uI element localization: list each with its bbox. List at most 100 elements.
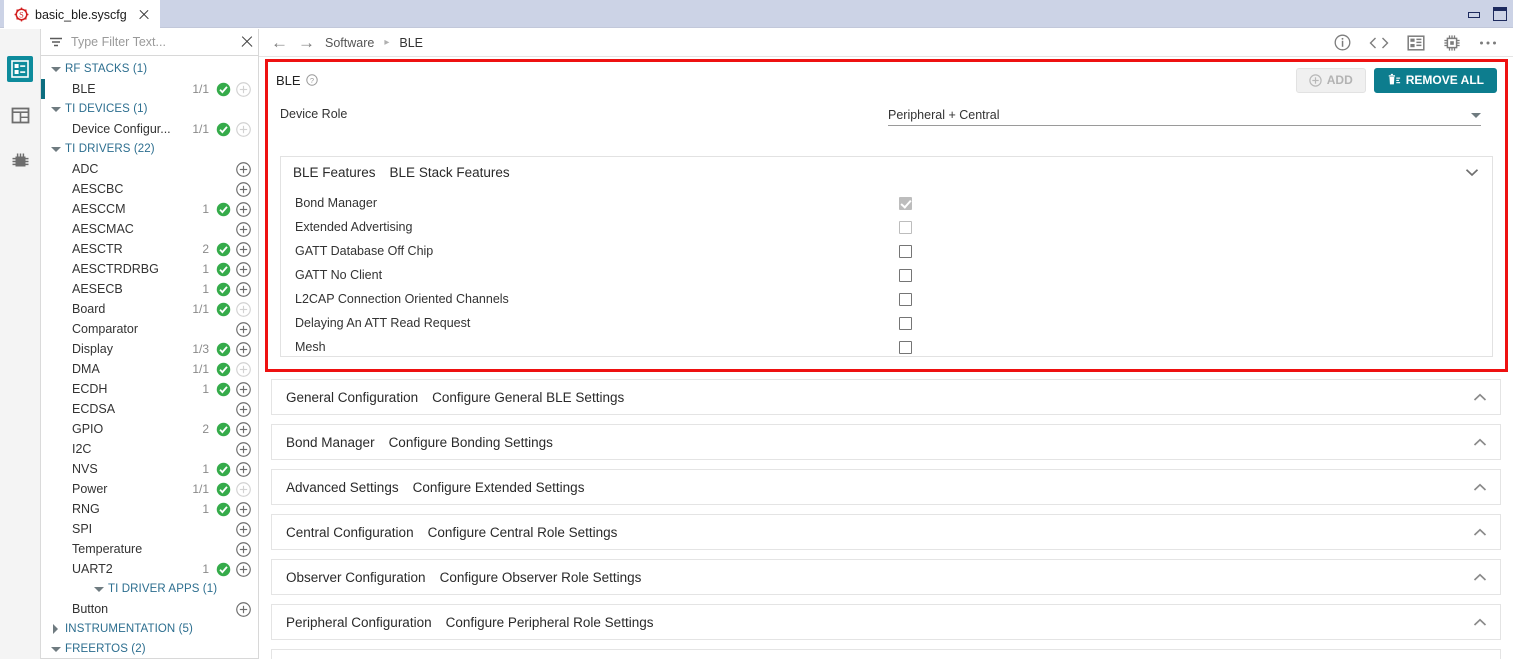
- add-instance-icon[interactable]: [235, 302, 252, 317]
- tree-group-ti-devices-1[interactable]: TI DEVICES (1): [41, 99, 258, 119]
- tree-item-spi[interactable]: SPI: [41, 519, 258, 539]
- add-instance-icon[interactable]: [235, 522, 252, 537]
- tree-item-nvs[interactable]: NVS1: [41, 459, 258, 479]
- section-central-configuration[interactable]: Central ConfigurationConfigure Central R…: [271, 514, 1501, 550]
- section-peripheral-configuration[interactable]: Peripheral ConfigurationConfigure Periph…: [271, 604, 1501, 640]
- tree-item-board[interactable]: Board1/1: [41, 299, 258, 319]
- tree-item-ble[interactable]: BLE1/1: [41, 79, 258, 99]
- tree-item-aesctrdrbg[interactable]: AESCTRDRBG1: [41, 259, 258, 279]
- tree-item-temperature[interactable]: Temperature: [41, 539, 258, 559]
- add-instance-icon[interactable]: [235, 342, 252, 357]
- help-icon[interactable]: ?: [306, 74, 318, 86]
- feature-checkbox-delaying-an-att-read-request[interactable]: [899, 317, 912, 330]
- breadcrumb-item-ble[interactable]: BLE: [399, 36, 423, 50]
- section-general-configuration[interactable]: General ConfigurationConfigure General B…: [271, 379, 1501, 415]
- add-instance-icon[interactable]: [235, 222, 252, 237]
- board-icon[interactable]: [1407, 35, 1425, 51]
- add-instance-icon[interactable]: [235, 482, 252, 497]
- caret-down-icon[interactable]: [51, 64, 61, 74]
- tree-item-aesctr[interactable]: AESCTR2: [41, 239, 258, 259]
- info-icon[interactable]: [1334, 34, 1351, 51]
- add-instance-icon[interactable]: [235, 402, 252, 417]
- tree-item-rng[interactable]: RNG1: [41, 499, 258, 519]
- tree-group-freertos-2[interactable]: FREERTOS (2): [41, 639, 258, 656]
- code-icon[interactable]: [1369, 36, 1389, 50]
- rail-item-board-view[interactable]: [7, 102, 33, 128]
- tree-group-instrumentation-5[interactable]: INSTRUMENTATION (5): [41, 619, 258, 639]
- add-instance-icon[interactable]: [235, 462, 252, 477]
- tree-item-ecdsa[interactable]: ECDSA: [41, 399, 258, 419]
- add-instance-icon[interactable]: [235, 542, 252, 557]
- tree-item-aesecb[interactable]: AESECB1: [41, 279, 258, 299]
- filter-input[interactable]: [69, 35, 234, 49]
- minimize-icon[interactable]: [1467, 8, 1479, 20]
- section-advanced-settings[interactable]: Advanced SettingsConfigure Extended Sett…: [271, 469, 1501, 505]
- caret-right-icon[interactable]: [51, 624, 61, 634]
- chevron-up-icon[interactable]: [1473, 573, 1487, 582]
- add-instance-icon[interactable]: [235, 422, 252, 437]
- back-icon[interactable]: ←: [271, 34, 288, 51]
- tree-group-ti-drivers-22[interactable]: TI DRIVERS (22): [41, 139, 258, 159]
- feature-checkbox-mesh[interactable]: [899, 341, 912, 354]
- tree-item-device-configur[interactable]: Device Configur...1/1: [41, 119, 258, 139]
- add-instance-icon[interactable]: [235, 162, 252, 177]
- add-instance-icon[interactable]: [235, 362, 252, 377]
- add-instance-icon[interactable]: [235, 382, 252, 397]
- add-instance-icon[interactable]: [235, 442, 252, 457]
- tree-item-power[interactable]: Power1/1: [41, 479, 258, 499]
- tree-item-comparator[interactable]: Comparator: [41, 319, 258, 339]
- add-button[interactable]: ADD: [1296, 68, 1366, 93]
- add-instance-icon[interactable]: [235, 262, 252, 277]
- add-instance-icon[interactable]: [235, 182, 252, 197]
- section-observer-configuration[interactable]: Observer ConfigurationConfigure Observer…: [271, 559, 1501, 595]
- section-bond-manager[interactable]: Bond ManagerConfigure Bonding Settings: [271, 424, 1501, 460]
- tree-item-i2c[interactable]: I2C: [41, 439, 258, 459]
- maximize-icon[interactable]: [1493, 7, 1507, 21]
- chevron-up-icon[interactable]: [1473, 393, 1487, 402]
- tree-item-aescmac[interactable]: AESCMAC: [41, 219, 258, 239]
- more-icon[interactable]: [1479, 40, 1497, 46]
- ble-features-header[interactable]: BLE Features BLE Stack Features: [281, 157, 1492, 187]
- chip-icon[interactable]: [1443, 34, 1461, 52]
- add-instance-icon[interactable]: [235, 282, 252, 297]
- feature-checkbox-l2cap-connection-oriented-channels[interactable]: [899, 293, 912, 306]
- caret-down-icon[interactable]: [51, 104, 61, 114]
- chevron-up-icon[interactable]: [1473, 438, 1487, 447]
- device-role-select[interactable]: Peripheral + Central: [888, 108, 1481, 126]
- caret-down-icon[interactable]: [51, 644, 61, 654]
- caret-down-icon[interactable]: [94, 584, 104, 594]
- add-instance-icon[interactable]: [235, 202, 252, 217]
- add-instance-icon[interactable]: [235, 82, 252, 97]
- editor-tab-basic-ble[interactable]: S basic_ble.syscfg: [4, 0, 160, 28]
- tree-item-button[interactable]: Button: [41, 599, 258, 619]
- remove-all-button[interactable]: REMOVE ALL: [1374, 68, 1497, 93]
- add-instance-icon[interactable]: [235, 502, 252, 517]
- chevron-down-icon[interactable]: [1465, 168, 1479, 177]
- tree-group-ti-driver-apps-1[interactable]: TI DRIVER APPS (1): [41, 579, 258, 599]
- tree-item-uart2[interactable]: UART21: [41, 559, 258, 579]
- feature-checkbox-gatt-no-client[interactable]: [899, 269, 912, 282]
- tree-item-display[interactable]: Display1/3: [41, 339, 258, 359]
- clear-filter-icon[interactable]: [240, 35, 254, 49]
- tree-item-aesccm[interactable]: AESCCM1: [41, 199, 258, 219]
- rail-item-device-view[interactable]: [7, 148, 33, 174]
- chevron-up-icon[interactable]: [1473, 528, 1487, 537]
- tree-item-ecdh[interactable]: ECDH1: [41, 379, 258, 399]
- add-instance-icon[interactable]: [235, 602, 252, 617]
- breadcrumb-item-software[interactable]: Software: [325, 36, 374, 50]
- forward-icon[interactable]: →: [298, 34, 315, 51]
- add-instance-icon[interactable]: [235, 122, 252, 137]
- tree-item-adc[interactable]: ADC: [41, 159, 258, 179]
- chevron-up-icon[interactable]: [1473, 618, 1487, 627]
- chevron-up-icon[interactable]: [1473, 483, 1487, 492]
- caret-down-icon[interactable]: [51, 144, 61, 154]
- tree-item-dma[interactable]: DMA1/1: [41, 359, 258, 379]
- close-icon[interactable]: [137, 8, 151, 22]
- tree-item-aescbc[interactable]: AESCBC: [41, 179, 258, 199]
- tree-group-rf-stacks-1[interactable]: RF STACKS (1): [41, 59, 258, 79]
- tree-item-gpio[interactable]: GPIO2: [41, 419, 258, 439]
- add-instance-icon[interactable]: [235, 322, 252, 337]
- feature-checkbox-gatt-database-off-chip[interactable]: [899, 245, 912, 258]
- rail-item-software-components[interactable]: [7, 56, 33, 82]
- add-instance-icon[interactable]: [235, 562, 252, 577]
